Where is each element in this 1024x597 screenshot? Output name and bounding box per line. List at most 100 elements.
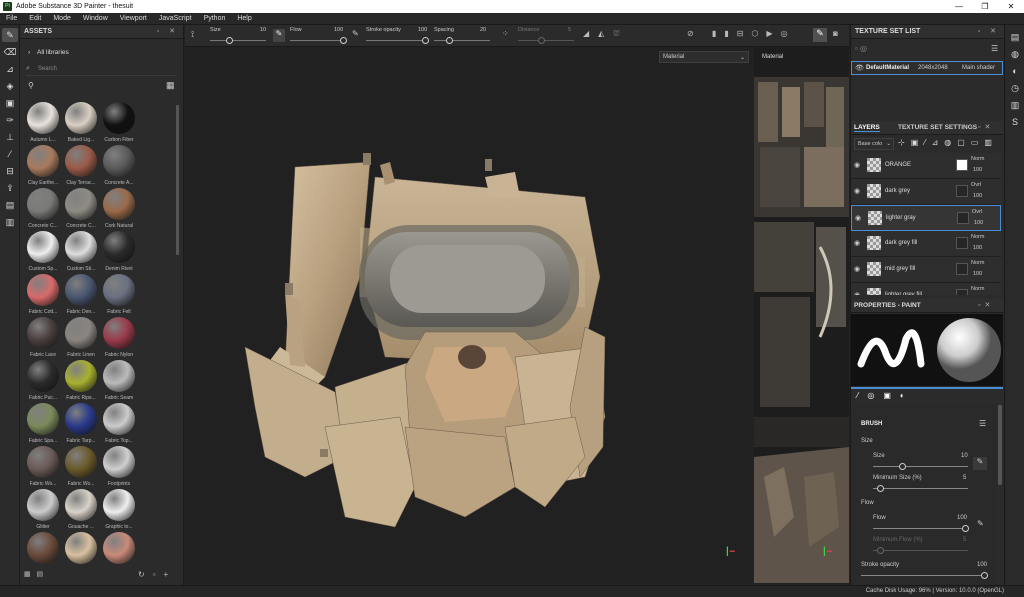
bake-tool-icon[interactable]: ⊟ <box>2 164 18 178</box>
channel-dropdown[interactable]: Base colo ⌄ <box>854 138 894 150</box>
layer-blend-mode[interactable]: Norm <box>971 156 984 162</box>
material-tile[interactable]: Denim Rivet <box>100 231 138 272</box>
texture-set-list-icon[interactable]: ▤ <box>1007 30 1023 44</box>
panel-controls-icon[interactable]: ▫✕ <box>978 301 994 309</box>
brush-menu-icon[interactable]: ☰ <box>979 419 986 428</box>
panel-controls-icon[interactable]: ▫ ✕ <box>157 27 179 35</box>
menu-javascript[interactable]: JavaScript <box>153 15 198 22</box>
layer-blend-mode[interactable]: Norm <box>971 260 984 266</box>
color-picker-tool-icon[interactable]: ⁄ <box>2 147 18 161</box>
properties-scrollbar[interactable] <box>998 405 1002 485</box>
visibility-eye-icon[interactable]: ◉ <box>854 265 860 273</box>
material-tile[interactable]: Fabric Rips... <box>62 360 100 401</box>
material-tile[interactable]: Baked Lig... <box>62 102 100 143</box>
menu-python[interactable]: Python <box>198 15 232 22</box>
stroke-opacity-knob[interactable] <box>422 37 429 44</box>
size-slider-group[interactable]: Size 10 <box>210 27 266 44</box>
texture-set-menu-icon[interactable]: ☰ <box>991 44 998 53</box>
menu-file[interactable]: File <box>0 15 23 22</box>
material-tile[interactable]: Fabric Spa... <box>24 403 62 444</box>
material-tile[interactable] <box>100 532 138 567</box>
assets-scrollbar[interactable] <box>176 105 179 255</box>
material-tile[interactable]: Autumn L... <box>24 102 62 143</box>
substance-icon[interactable]: S <box>1007 115 1023 129</box>
render-tool-icon[interactable]: ▤ <box>2 198 18 212</box>
layer-opacity[interactable]: 100 <box>973 245 982 251</box>
menu-help[interactable]: Help <box>231 15 257 22</box>
brush-size-knob[interactable] <box>899 463 906 470</box>
stamp-tool-icon[interactable]: ⊥ <box>2 130 18 144</box>
layer-mask-slot[interactable] <box>956 237 968 249</box>
material-tile[interactable]: Fabric Cott... <box>24 274 62 315</box>
layer-mask-slot[interactable] <box>956 185 968 197</box>
symmetry-icons[interactable]: ◢◭⛆ <box>583 29 629 39</box>
grid-view-icon[interactable]: ▦ <box>166 80 175 91</box>
visibility-eye-icon[interactable]: 👁 <box>855 64 864 72</box>
stroke-opacity-slider-group[interactable]: Stroke opacity 100 <box>366 27 429 44</box>
material-tile[interactable]: Fabric Den... <box>62 274 100 315</box>
display-settings-icon[interactable]: ◐ <box>1007 64 1023 78</box>
layer-row[interactable]: ◉ mid grey fill Norm 100 <box>851 257 1001 283</box>
visibility-eye-icon[interactable]: ◉ <box>854 239 860 247</box>
menu-mode[interactable]: Mode <box>47 15 77 22</box>
viewport-3d[interactable]: Material ⌄ ┃━ <box>185 47 752 583</box>
material-tile[interactable]: Fabric Seam <box>100 360 138 401</box>
layer-action-icons[interactable]: ⊹▣⁄⊿◍▢▭▥ <box>898 138 998 147</box>
panel-controls-icon[interactable]: ▫ ✕ <box>978 27 1000 35</box>
spacing-track[interactable] <box>434 40 490 41</box>
material-tile[interactable]: Custom Sp... <box>24 231 62 272</box>
properties-tab-icons[interactable]: ⁄◎▣◐ <box>857 391 914 400</box>
pen-pressure-size-icon[interactable]: ✎ <box>973 457 987 470</box>
layer-row[interactable]: ◉ ORANGE Norm 100 <box>851 153 1001 179</box>
history-icon[interactable]: ◷ <box>1007 81 1023 95</box>
shader-settings-icon[interactable]: ◍ <box>1007 47 1023 61</box>
brush-size-track[interactable] <box>873 466 968 467</box>
distance-track[interactable] <box>518 40 574 41</box>
layer-row[interactable]: ◉ dark grey fill Norm 100 <box>851 231 1001 257</box>
material-tile[interactable]: Clay Terrac... <box>62 145 100 186</box>
library-selector[interactable]: › All libraries <box>28 49 69 56</box>
material-tile[interactable]: Fabric Top... <box>100 403 138 444</box>
projection-tool-icon[interactable]: ⊿ <box>2 62 18 76</box>
distance-knob[interactable] <box>538 37 545 44</box>
material-tile[interactable] <box>62 532 100 567</box>
material-tile[interactable]: Fabric Tarp... <box>62 403 100 444</box>
min-flow-track[interactable] <box>873 550 968 551</box>
material-tile[interactable]: Concrete A... <box>100 145 138 186</box>
filter-icon[interactable]: ⚲ <box>28 81 34 90</box>
min-flow-knob[interactable] <box>877 547 884 554</box>
assets-bottom-left-icons[interactable]: ▦ ▤ <box>24 570 43 578</box>
material-tile[interactable]: Graphic to... <box>100 489 138 530</box>
visibility-eye-icon[interactable]: ◉ <box>854 187 860 195</box>
material-tile[interactable]: Concrete C... <box>62 188 100 229</box>
material-tile[interactable]: Clay Earthe... <box>24 145 62 186</box>
layer-blend-mode[interactable]: Ovrl <box>972 209 982 215</box>
layer-blend-mode[interactable]: Norm <box>971 286 984 292</box>
pen-pressure-size-icon[interactable]: ✎ <box>273 29 285 42</box>
texture-set-tool-icons[interactable]: ▫ ◎ <box>855 44 867 53</box>
material-tile[interactable] <box>24 532 62 567</box>
material-tile[interactable]: Glitter <box>24 489 62 530</box>
paint-mode-icon[interactable]: ✎ <box>813 28 827 42</box>
brush-preview[interactable] <box>851 314 1003 386</box>
stroke-opacity-prop-track[interactable] <box>861 575 986 576</box>
search-field[interactable]: ⌕ Search <box>26 65 176 76</box>
polygon-fill-tool-icon[interactable]: ◈ <box>2 79 18 93</box>
stroke-opacity-prop-knob[interactable] <box>981 572 988 579</box>
spacing-slider-group[interactable]: Spacing 20 <box>434 27 490 44</box>
material-tile[interactable]: Custom Sti... <box>62 231 100 272</box>
layer-mask-slot[interactable] <box>956 159 968 171</box>
material-tile[interactable]: Footprints <box>100 446 138 487</box>
material-tile[interactable]: Fabric Wo... <box>62 446 100 487</box>
export-tool-icon[interactable]: ⇪ <box>2 181 18 195</box>
visibility-eye-icon[interactable]: ◉ <box>855 214 861 222</box>
smudge-tool-icon[interactable]: ▣ <box>2 96 18 110</box>
tab-texture-set-settings[interactable]: TEXTURE SET SETTINGS <box>898 124 977 131</box>
visibility-eye-icon[interactable]: ◉ <box>854 161 860 169</box>
min-size-knob[interactable] <box>877 485 884 492</box>
brush-flow-track[interactable] <box>873 528 968 529</box>
eraser-tool-icon[interactable]: ⌫ <box>2 45 18 59</box>
assets-bottom-right-icons[interactable]: ↻▫+ <box>138 570 176 579</box>
material-tile[interactable]: Fabric Felt <box>100 274 138 315</box>
layer-opacity[interactable]: 100 <box>973 271 982 277</box>
